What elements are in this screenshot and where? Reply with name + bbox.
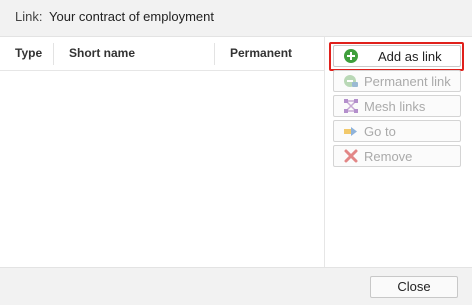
dialog-footer: Close (0, 267, 472, 305)
go-to-icon (344, 127, 357, 136)
remove-label: Remove (364, 148, 413, 164)
remove-button[interactable]: Remove (333, 145, 461, 167)
column-divider[interactable] (53, 43, 54, 65)
close-button[interactable]: Close (370, 276, 458, 298)
mesh-links-button[interactable]: Mesh links (333, 95, 461, 117)
add-as-link-button[interactable]: Add as link (333, 45, 461, 67)
add-as-link-label: Add as link (378, 48, 442, 64)
permanent-link-icon (344, 75, 358, 87)
dialog-header: Link: Your contract of employment (0, 0, 472, 37)
remove-x-icon (344, 149, 358, 163)
link-document-title: Your contract of employment (49, 9, 214, 24)
go-to-label: Go to (364, 123, 396, 139)
link-label: Link: (15, 9, 43, 24)
mesh-links-icon (344, 99, 358, 113)
actions-panel: Add as link Permanent link Mesh links Go… (325, 37, 472, 267)
column-header-short-name[interactable]: Short name (69, 46, 135, 60)
column-header-permanent[interactable]: Permanent (230, 46, 292, 60)
column-divider[interactable] (214, 43, 215, 65)
column-header-type[interactable]: Type (15, 46, 42, 60)
add-circle-icon (344, 49, 358, 63)
links-table: Type Short name Permanent (0, 37, 325, 267)
link-dialog: Link: Your contract of employment Type S… (0, 0, 472, 305)
mesh-links-label: Mesh links (364, 98, 426, 114)
table-header-row: Type Short name Permanent (0, 37, 324, 71)
go-to-button[interactable]: Go to (333, 120, 461, 142)
permanent-link-button[interactable]: Permanent link (333, 70, 461, 92)
permanent-link-label: Permanent link (364, 73, 451, 89)
